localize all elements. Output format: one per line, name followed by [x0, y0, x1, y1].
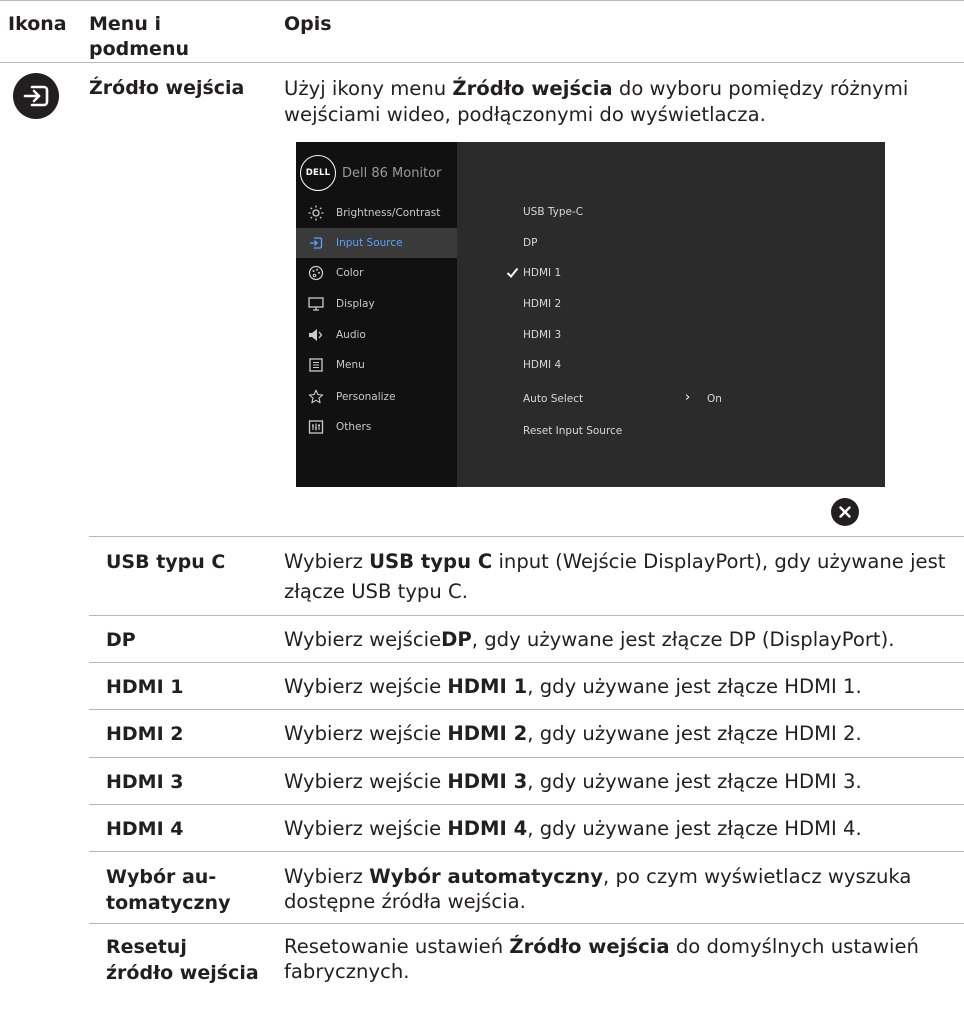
header-icon-column: Ikona	[8, 13, 67, 35]
row-rule	[89, 851, 964, 852]
row-name-hdmi-3: HDMI 3	[106, 771, 184, 793]
header-menu-column: Menu i podmenu	[89, 12, 189, 62]
top-rule	[0, 0, 964, 1]
menu-name-input-source: Źródło wejścia	[89, 77, 245, 99]
auto-select-value: On	[707, 393, 722, 405]
close-icon[interactable]	[831, 498, 859, 526]
speaker-icon	[308, 327, 324, 343]
checkmark-icon	[506, 267, 519, 278]
osd-option-reset-input-source[interactable]: Reset Input Source	[523, 424, 622, 438]
osd-item-label: Personalize	[336, 391, 396, 403]
input-source-icon	[308, 235, 324, 251]
row-rule	[89, 662, 964, 663]
osd-item-brightness-contrast[interactable]: Brightness/Contrast	[296, 198, 457, 228]
menu-icon	[308, 357, 324, 373]
osd-item-input-source[interactable]: Input Source	[296, 228, 457, 258]
osd-item-label: Input Source	[336, 237, 403, 249]
row-rule	[89, 923, 964, 924]
osd-option-hdmi-2[interactable]: HDMI 2	[523, 297, 561, 311]
row-name-line2: tomatyczny	[106, 892, 231, 914]
intro-description: Użyj ikony menu Źródło wejścia do wyboru…	[284, 77, 909, 126]
row-rule	[89, 536, 964, 537]
osd-item-label: Audio	[336, 329, 366, 341]
osd-item-color[interactable]: Color	[296, 258, 457, 288]
osd-item-personalize[interactable]: Personalize	[296, 382, 457, 412]
row-name-usb-type-c: USB typu C	[106, 551, 226, 573]
osd-item-audio[interactable]: Audio	[296, 320, 457, 350]
row-name-reset-input-source: Resetuj źródło wejścia	[106, 934, 259, 986]
header-rule	[0, 62, 964, 63]
row-desc-dp: Wybierz wejścieDP, gdy używane jest złąc…	[284, 628, 895, 651]
display-icon	[308, 296, 324, 312]
input-source-icon	[13, 73, 59, 119]
osd-title: Dell 86 Monitor	[342, 165, 442, 181]
header-menu-line2: podmenu	[89, 38, 189, 60]
star-icon	[308, 389, 324, 405]
chevron-right-icon: ›	[685, 390, 691, 405]
osd-item-label: Color	[336, 267, 364, 279]
row-rule	[89, 709, 964, 710]
color-palette-icon	[308, 265, 324, 281]
header-description-column: Opis	[284, 13, 332, 35]
row-desc-usb-type-c: Wybierz USB typu C input (Wejście Displa…	[284, 550, 946, 603]
row-name-auto-select: Wybór au- tomatyczny	[106, 864, 230, 916]
row-desc-hdmi-2: Wybierz wejście HDMI 2, gdy używane jest…	[284, 722, 862, 745]
row-name-line2: źródło wejścia	[106, 962, 259, 984]
row-name-hdmi-2: HDMI 2	[106, 723, 184, 745]
row-desc-hdmi-3: Wybierz wejście HDMI 3, gdy używane jest…	[284, 770, 862, 793]
row-desc-reset-input-source: Resetowanie ustawień Źródło wejścia do d…	[284, 935, 919, 983]
osd-item-label: Brightness/Contrast	[336, 207, 441, 219]
osd-item-label: Display	[336, 298, 375, 310]
osd-item-label: Menu	[336, 359, 365, 371]
row-rule	[89, 757, 964, 758]
row-name-line1: Resetuj	[106, 936, 187, 958]
row-name-hdmi-4: HDMI 4	[106, 818, 184, 840]
dell-logo: DELL	[300, 155, 336, 191]
row-desc-auto-select: Wybierz Wybór automatyczny, po czym wyśw…	[284, 865, 912, 913]
osd-menu-screenshot: DELL Dell 86 Monitor Brightness/Contrast…	[296, 142, 885, 487]
others-icon	[308, 419, 324, 435]
osd-item-label: Others	[336, 421, 372, 433]
osd-option-hdmi-4[interactable]: HDMI 4	[523, 358, 561, 372]
brightness-icon	[308, 205, 324, 221]
row-name-hdmi-1: HDMI 1	[106, 676, 184, 698]
row-rule	[89, 804, 964, 805]
osd-option-usb-type-c[interactable]: USB Type-C	[523, 205, 583, 219]
osd-item-others[interactable]: Others	[296, 412, 457, 442]
osd-option-dp[interactable]: DP	[523, 236, 537, 250]
row-desc-hdmi-4: Wybierz wejście HDMI 4, gdy używane jest…	[284, 817, 862, 840]
row-desc-hdmi-1: Wybierz wejście HDMI 1, gdy używane jest…	[284, 675, 862, 698]
osd-option-hdmi-1[interactable]: HDMI 1	[523, 266, 561, 280]
osd-item-display[interactable]: Display	[296, 289, 457, 319]
osd-brand: DELL Dell 86 Monitor	[300, 152, 441, 194]
osd-item-menu[interactable]: Menu	[296, 350, 457, 380]
row-name-dp: DP	[106, 629, 136, 651]
header-menu-line1: Menu i	[89, 13, 161, 35]
row-name-line1: Wybór au-	[106, 866, 217, 888]
row-rule	[89, 615, 964, 616]
osd-option-hdmi-3[interactable]: HDMI 3	[523, 328, 561, 342]
osd-option-auto-select[interactable]: Auto Select	[523, 392, 583, 406]
